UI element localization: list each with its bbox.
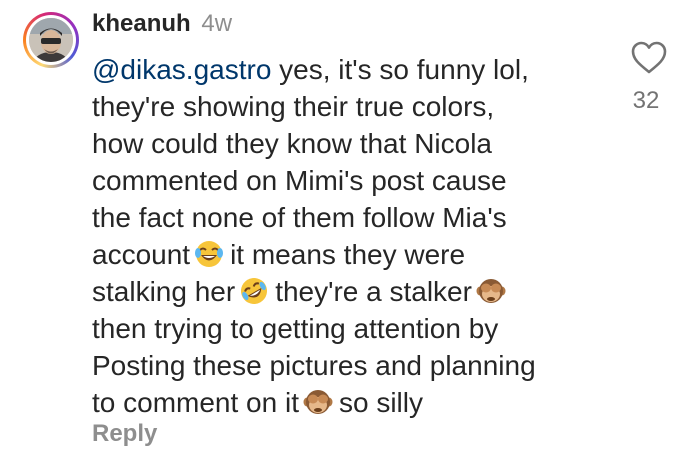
comment-line: commented on Mimi's post cause <box>92 165 507 196</box>
comment-time: 4w <box>201 10 233 37</box>
comment-line: @dikas.gastro yes, it's so funny lol, <box>92 51 612 88</box>
mention-link[interactable]: @dikas.gastro <box>92 54 271 85</box>
comment-line: account it means they were <box>92 236 612 273</box>
avatar[interactable] <box>29 18 73 62</box>
comment-text-segment: it means they were <box>230 239 466 270</box>
comment-text: @dikas.gastro yes, it's so funny lol, th… <box>92 51 612 421</box>
comment-text-segment: stalking her <box>92 276 236 307</box>
username[interactable]: kheanuh <box>92 10 191 37</box>
comment-text-segment: so silly <box>338 387 423 418</box>
comment-line: stalking her they're a stalker <box>92 273 612 310</box>
comment-line: the fact none of them follow Mia's <box>92 202 507 233</box>
comment-line: Posting these pictures and planning <box>92 350 536 381</box>
heart-outline-icon <box>631 41 667 74</box>
comment-text-segment: to comment on it <box>92 387 299 418</box>
comment-line: then trying to getting attention by <box>92 313 499 344</box>
face-with-tears-of-joy-emoji <box>194 239 224 269</box>
comment-text-segment: account <box>92 239 191 270</box>
avatar-photo <box>29 18 73 62</box>
comment-line: to comment on it so silly <box>92 384 612 421</box>
comment-line: how could they know that Nicola <box>92 128 492 159</box>
see-no-evil-monkey-emoji <box>476 276 506 306</box>
comment-header: kheanuh 4w <box>92 6 612 42</box>
reply-button[interactable]: Reply <box>92 418 157 450</box>
see-no-evil-monkey-emoji <box>303 387 333 417</box>
comment-text-segment: yes, it's so funny lol, <box>279 54 529 85</box>
avatar-story-ring[interactable] <box>23 12 79 68</box>
like-count: 32 <box>632 87 660 114</box>
comment-line: they're showing their true colors, <box>92 91 495 122</box>
comment-body: kheanuh 4w @dikas.gastro yes, it's so fu… <box>92 6 612 421</box>
like-button[interactable] <box>630 40 668 76</box>
comment-text-segment: they're a stalker <box>275 276 472 307</box>
comment: kheanuh 4w @dikas.gastro yes, it's so fu… <box>0 0 700 461</box>
avatar-ring-gap <box>26 15 76 65</box>
rolling-on-floor-laughing-emoji <box>239 276 269 306</box>
